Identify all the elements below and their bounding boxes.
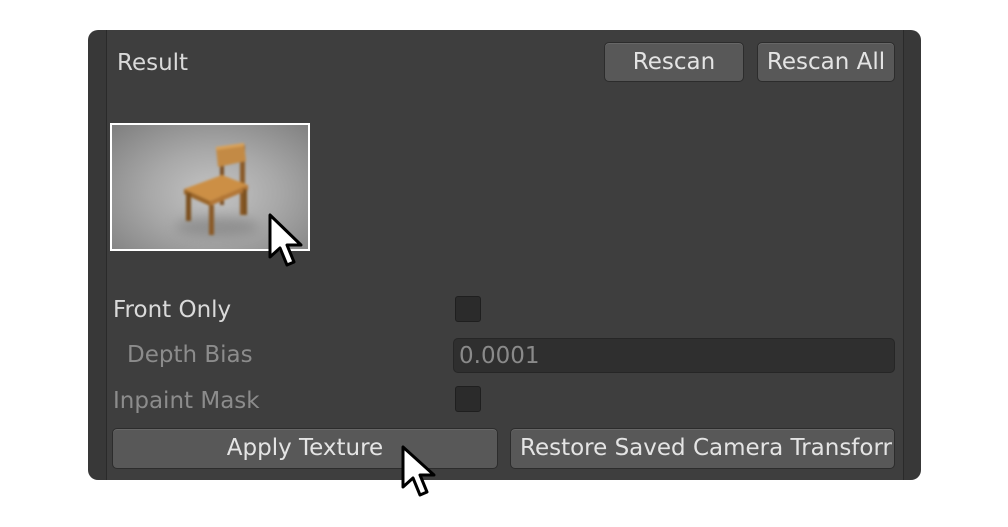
inpaint-mask-label: Inpaint Mask xyxy=(113,388,260,414)
section-title: Result xyxy=(117,50,189,76)
pointer-cursor-icon xyxy=(268,213,303,267)
pointer-cursor-icon xyxy=(401,445,436,497)
depth-bias-input[interactable]: 0.0001 xyxy=(453,338,895,373)
inpaint-mask-checkbox[interactable] xyxy=(455,386,481,412)
depth-bias-value: 0.0001 xyxy=(459,342,540,369)
rescan-all-button[interactable]: Rescan All xyxy=(757,42,895,82)
restore-camera-transform-button[interactable]: Restore Saved Camera Transforr xyxy=(510,428,895,469)
front-only-label: Front Only xyxy=(113,297,232,323)
apply-texture-button[interactable]: Apply Texture xyxy=(112,428,498,469)
front-only-checkbox[interactable] xyxy=(455,296,481,322)
rescan-button[interactable]: Rescan xyxy=(604,42,744,82)
depth-bias-label: Depth Bias xyxy=(127,342,253,368)
